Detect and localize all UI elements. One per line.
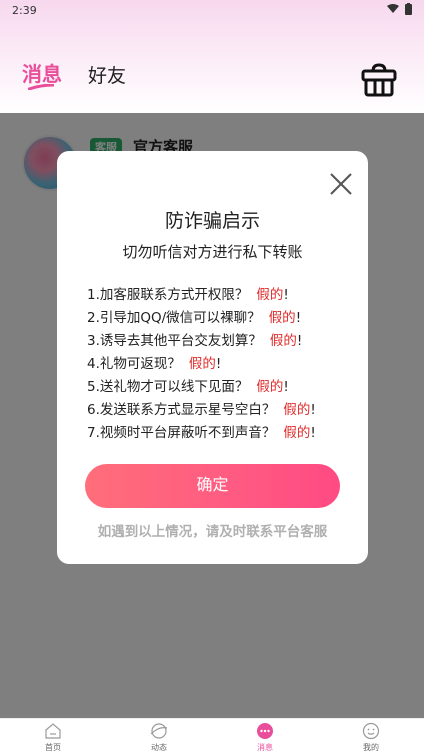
warning-text: 1.加客服联系方式开权限？ [87,287,249,303]
warning-suffix: ! [295,310,302,326]
warning-suffix: ! [283,287,289,303]
false-label: 假的 [269,333,297,349]
status-icons [387,3,412,15]
battery-icon [405,3,412,15]
warning-item: 5.送礼物才可以线下见面？ 假的! [87,376,357,399]
false-label: 假的 [188,356,216,372]
warning-text: 4.礼物可返现？ [87,356,181,372]
warning-text: 2.引导加QQ/微信可以裸聊？ [87,310,261,326]
false-label: 假的 [283,425,311,441]
warning-text: 7.视频时平台屏蔽听不到声音？ [87,425,276,441]
false-label: 假的 [256,379,284,395]
smile-icon [362,722,380,740]
warning-text: 5.送礼物才可以线下见面？ [87,379,249,395]
nav-label-me: 我的 [363,743,379,752]
planet-icon [150,723,168,739]
warning-suffix: ! [296,333,303,349]
warning-list: 1.加客服联系方式开权限？ 假的! 2.引导加QQ/微信可以裸聊？ 假的! 3.诱导… [87,284,357,445]
wifi-icon [387,4,399,13]
close-icon[interactable] [328,171,354,197]
nav-item-home[interactable]: 首页 [0,719,106,755]
warning-text: 6.发送联系方式显示星号空白？ [87,402,276,418]
dialog-subtitle: 切勿听信对方进行私下转账 [122,243,303,261]
chat-icon [257,723,273,739]
anti-fraud-dialog: 防诈骗启示 切勿听信对方进行私下转账 1.加客服联系方式开权限？ 假的! 2.引导… [57,151,368,564]
warning-item: 1.加客服联系方式开权限？ 假的! [87,284,357,307]
status-time: 2:39 [12,4,37,17]
warning-item: 2.引导加QQ/微信可以裸聊？ 假的! [87,307,357,330]
home-icon [45,723,61,739]
false-label: 假的 [283,402,311,418]
warning-suffix: ! [310,402,316,418]
nav-label-home: 首页 [45,743,61,752]
warning-item: 4.礼物可返现？ 假的! [87,353,357,376]
shop-icon[interactable] [360,62,398,98]
nav-item-me[interactable]: 我的 [318,719,424,755]
status-bar: 2:39 [0,0,424,20]
warning-item: 7.视频时平台屏蔽听不到声音？ 假的! [87,422,357,445]
nav-item-feed[interactable]: 动态 [106,719,212,755]
warning-item: 6.发送联系方式显示星号空白？ 假的! [87,399,357,422]
false-label: 假的 [268,310,296,326]
bottom-nav: 首页 动态 消息 我的 [0,718,424,755]
tab-messages[interactable]: 消息 [22,58,62,87]
nav-label-messages: 消息 [257,743,273,752]
warning-suffix: ! [283,379,289,395]
warning-suffix: ! [215,356,222,372]
warning-item: 3.诱导去其他平台交友划算？ 假的! [87,330,357,353]
nav-item-messages[interactable]: 消息 [212,719,318,755]
dialog-title: 防诈骗启示 [164,210,260,232]
warning-suffix: ! [310,425,316,441]
warning-text: 3.诱导去其他平台交友划算？ [87,333,262,349]
false-label: 假的 [256,287,284,303]
nav-label-feed: 动态 [151,743,167,752]
dialog-footer: 如遇到以上情况，请及时联系平台客服 [97,524,328,540]
tab-friends[interactable]: 好友 [88,61,126,88]
header: 2:39 消息 好友 [0,0,424,113]
confirm-button[interactable]: 确定 [85,464,340,508]
tab-active-indicator [28,84,54,90]
app-screen: 2:39 消息 好友 客服 官方客服 [0,0,424,755]
